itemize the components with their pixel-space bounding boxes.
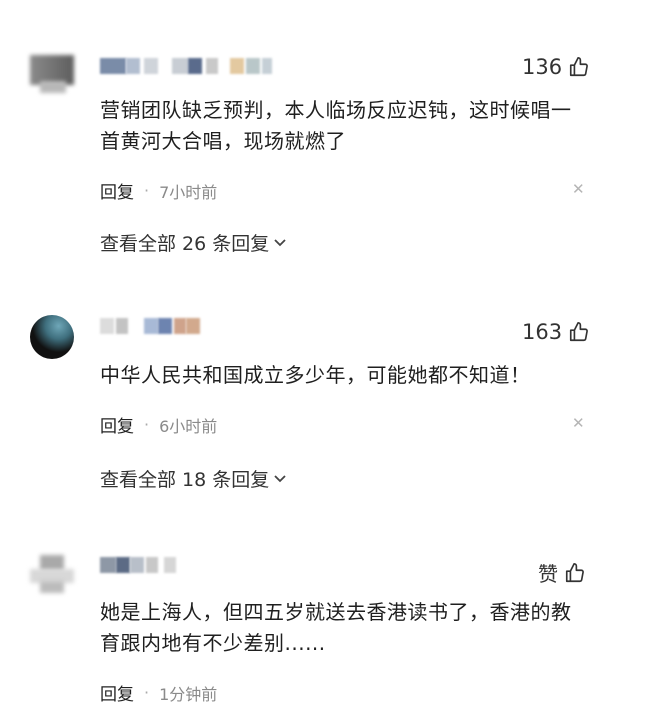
username-blurred[interactable]: [100, 318, 210, 334]
like-button[interactable]: 163: [522, 320, 590, 344]
comment-text-line: 中华人民共和国成立多少年，可能她都不知道！: [100, 363, 531, 387]
timestamp: 6小时前: [159, 416, 218, 436]
separator-dot: ·: [144, 683, 150, 702]
reply-button[interactable]: 回复: [100, 412, 134, 437]
comment-meta: 回复 · 1分钟前: [100, 680, 217, 705]
reply-button[interactable]: 回复: [100, 680, 134, 705]
like-label: 赞: [538, 562, 558, 586]
like-button[interactable]: 136: [522, 55, 590, 79]
view-all-replies-label: 查看全部 18 条回复: [100, 469, 270, 491]
chevron-down-icon: [274, 238, 286, 246]
like-button[interactable]: 赞: [538, 558, 586, 587]
avatar[interactable]: [30, 55, 74, 95]
view-all-replies-button[interactable]: 查看全部 18 条回复: [100, 465, 287, 492]
close-icon[interactable]: ✕: [572, 414, 585, 432]
timestamp: 7小时前: [159, 182, 218, 202]
thumbs-up-icon: [565, 562, 584, 582]
reply-button[interactable]: 回复: [100, 178, 134, 203]
separator-dot: ·: [144, 181, 150, 200]
comment-meta: 回复 · 6小时前: [100, 412, 217, 437]
view-all-replies-label: 查看全部 26 条回复: [100, 233, 270, 255]
comment-text-line: 首黄河大合唱，现场就燃了: [100, 129, 346, 153]
comment-text-line: 营销团队缺乏预判，本人临场反应迟钝，这时候唱一: [100, 98, 572, 122]
like-count: 163: [522, 320, 563, 344]
comment-text: 中华人民共和国成立多少年，可能她都不知道！: [100, 360, 600, 391]
comment-meta: 回复 · 7小时前: [100, 178, 217, 203]
timestamp: 1分钟前: [159, 684, 218, 704]
comment-text: 营销团队缺乏预判，本人临场反应迟钝，这时候唱一 首黄河大合唱，现场就燃了: [100, 95, 600, 157]
avatar[interactable]: [30, 555, 74, 595]
thumbs-up-icon: [570, 322, 589, 342]
thumbs-up-icon: [570, 57, 589, 77]
separator-dot: ·: [144, 415, 150, 434]
comment-text-line: 育跟内地有不少差别......: [100, 631, 326, 655]
comment-text: 她是上海人，但四五岁就送去香港读书了，香港的教 育跟内地有不少差别......: [100, 597, 600, 659]
close-icon[interactable]: ✕: [572, 180, 585, 198]
like-count: 136: [522, 55, 563, 79]
view-all-replies-button[interactable]: 查看全部 26 条回复: [100, 229, 287, 256]
username-blurred[interactable]: [100, 557, 190, 573]
avatar[interactable]: [30, 315, 74, 359]
comment-text-line: 她是上海人，但四五岁就送去香港读书了，香港的教: [100, 600, 572, 624]
chevron-down-icon: [274, 474, 286, 482]
username-blurred[interactable]: [100, 58, 275, 74]
